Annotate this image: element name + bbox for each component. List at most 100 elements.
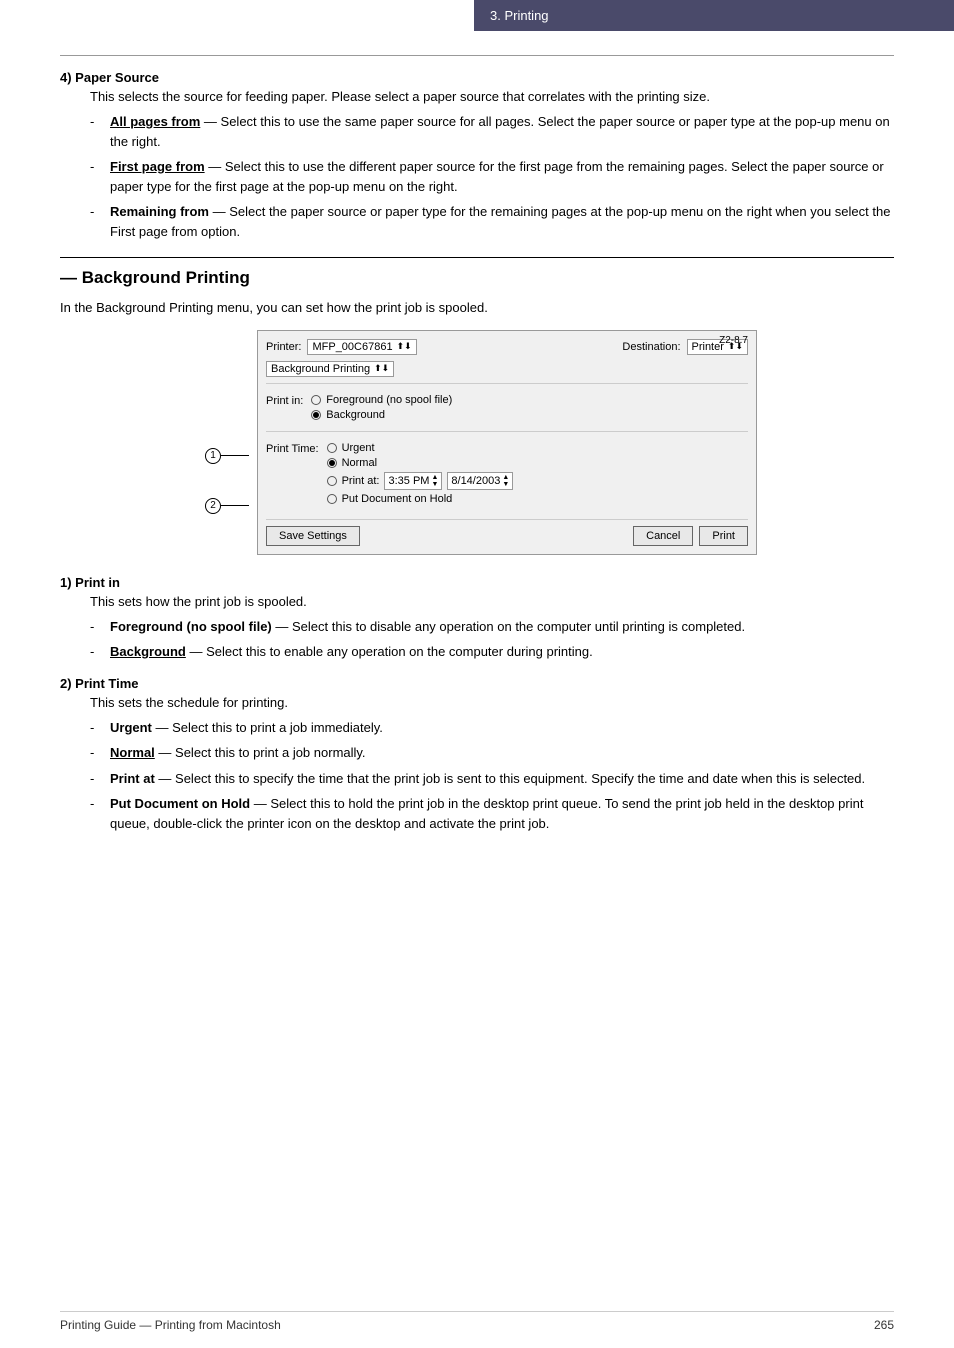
background-radio[interactable] [311,410,321,420]
print-at-dash: - [90,769,106,789]
fg-term: Foreground (no spool file) [110,619,272,634]
circle-1: 1 [205,448,221,464]
bg-printing-section: — Background Printing In the Background … [60,268,894,833]
urgent-radio[interactable] [327,443,337,453]
annotation-1: 1 [205,448,249,464]
save-settings-button[interactable]: Save Settings [266,526,360,546]
fg-text: Foreground (no spool file) — Select this… [110,617,745,637]
print-at-desc: — Select this to specify the time that t… [158,771,865,786]
print-time-desc-section: 2) Print Time This sets the schedule for… [60,676,894,834]
remaining-desc: — Select the paper source or paper type … [110,204,890,239]
printer-value: MFP_00C67861 [312,341,392,353]
printer-select[interactable]: MFP_00C67861 ⬆⬇ [307,339,416,355]
print-in-desc-section: 1) Print in This sets how the print job … [60,575,894,662]
print-in-desc-items: - Foreground (no spool file) — Select th… [90,617,894,662]
bg-bullet: - Background — Select this to enable any… [90,642,894,662]
bg-print-intro: In the Background Printing menu, you can… [60,298,894,318]
hold-label: Put Document on Hold [342,493,453,505]
bullet-remaining: - Remaining from — Select the paper sour… [90,202,894,241]
footer-right: 265 [874,1318,894,1332]
first-page-term: First page from [110,159,205,174]
dialog-top-row: Printer: MFP_00C67861 ⬆⬇ Destination: Pr… [266,339,748,355]
dash-3: - [90,202,106,241]
date-input[interactable]: 8/14/2003 ▲▼ [447,472,513,490]
printer-arrow: ⬆⬇ [397,341,412,352]
bg-dash: - [90,642,106,662]
footer-left: Printing Guide — Printing from Macintosh [60,1318,281,1332]
background-label: Background [326,409,385,421]
first-page-text: First page from — Select this to use the… [110,157,894,196]
hold-term: Put Document on Hold [110,796,250,811]
page-footer: Printing Guide — Printing from Macintosh… [60,1311,894,1332]
print-in-desc-intro: This sets how the print job is spooled. [90,594,894,609]
print-in-options: Foreground (no spool file) Background [311,394,452,421]
dialog-menu-row: Background Printing ⬆⬇ [266,361,748,377]
normal-radio[interactable] [327,458,337,468]
print-time-desc-intro: This sets the schedule for printing. [90,695,894,710]
print-time-desc-heading: 2) Print Time [60,676,894,691]
dialog-footer: Save Settings Cancel Print [266,519,748,546]
print-in-desc-heading: 1) Print in [60,575,894,590]
urgent-text: Urgent — Select this to print a job imme… [110,718,383,738]
paper-source-intro: This selects the source for feeding pape… [90,89,894,104]
normal-desc: — Select this to print a job normally. [158,745,365,760]
bullet-first-page: - First page from — Select this to use t… [90,157,894,196]
normal-bullet: - Normal — Select this to print a job no… [90,743,894,763]
paper-source-section: 4) Paper Source This selects the source … [60,70,894,241]
urgent-dash: - [90,718,106,738]
main-content: 4) Paper Source This selects the source … [60,70,894,1308]
print-at-text: Print at — Select this to specify the ti… [110,769,865,789]
time-spinner[interactable]: ▲▼ [431,474,438,488]
fg-bullet: - Foreground (no spool file) — Select th… [90,617,894,637]
bg-print-title: — Background Printing [60,268,894,288]
print-time-row: Print Time: Urgent Normal [266,438,748,509]
hold-bullet: - Put Document on Hold — Select this to … [90,794,894,833]
urgent-bullet: - Urgent — Select this to print a job im… [90,718,894,738]
dialog-right-buttons: Cancel Print [633,526,748,546]
bullet-all-pages: - All pages from — Select this to use th… [90,112,894,151]
time-input[interactable]: 3:35 PM ▲▼ [384,472,442,490]
dialog-sep-1 [266,383,748,384]
hold-radio[interactable] [327,494,337,504]
annotation-2: 2 [205,498,249,514]
bg-printing-menu[interactable]: Background Printing ⬆⬇ [266,361,394,377]
header-bar: 3. Printing [474,0,954,31]
print-button[interactable]: Print [699,526,748,546]
print-at-option[interactable]: Print at: 3:35 PM ▲▼ 8/14/2003 [327,472,514,490]
all-pages-text: All pages from — Select this to use the … [110,112,894,151]
fg-dash: - [90,617,106,637]
normal-text: Normal — Select this to print a job norm… [110,743,366,763]
background-option[interactable]: Background [311,409,452,421]
remaining-text: Remaining from — Select the paper source… [110,202,894,241]
top-divider [60,55,894,56]
hold-dash: - [90,794,106,833]
bg-text: Background — Select this to enable any o… [110,642,593,662]
dialog-container: 1 2 Z2-8.7 Printer: MFP_00C67861 ⬆⬇ [60,330,894,555]
paper-source-heading: 4) Paper Source [60,70,894,85]
cancel-button[interactable]: Cancel [633,526,693,546]
printer-label: Printer: [266,341,301,353]
foreground-option[interactable]: Foreground (no spool file) [311,394,452,406]
foreground-label: Foreground (no spool file) [326,394,452,406]
all-pages-term: All pages from [110,114,200,129]
line-2 [221,505,249,506]
dialog-wrapper: 1 2 Z2-8.7 Printer: MFP_00C67861 ⬆⬇ [257,330,757,555]
date-value: 8/14/2003 [451,475,500,487]
print-time-options: Urgent Normal Print at: 3:35 PM [327,442,514,505]
date-spinner[interactable]: ▲▼ [502,474,509,488]
hold-option[interactable]: Put Document on Hold [327,493,514,505]
bg-desc: — Select this to enable any operation on… [189,644,592,659]
urgent-term: Urgent [110,720,152,735]
normal-term: Normal [110,745,155,760]
urgent-option[interactable]: Urgent [327,442,514,454]
normal-option[interactable]: Normal [327,457,514,469]
print-time-desc-items: - Urgent — Select this to print a job im… [90,718,894,834]
print-at-radio[interactable] [327,476,337,486]
urgent-desc: — Select this to print a job immediately… [156,720,383,735]
section-divider [60,257,894,258]
remaining-term: Remaining from [110,204,209,219]
foreground-radio[interactable] [311,395,321,405]
print-at-bullet: - Print at — Select this to specify the … [90,769,894,789]
normal-label: Normal [342,457,377,469]
dash-2: - [90,157,106,196]
